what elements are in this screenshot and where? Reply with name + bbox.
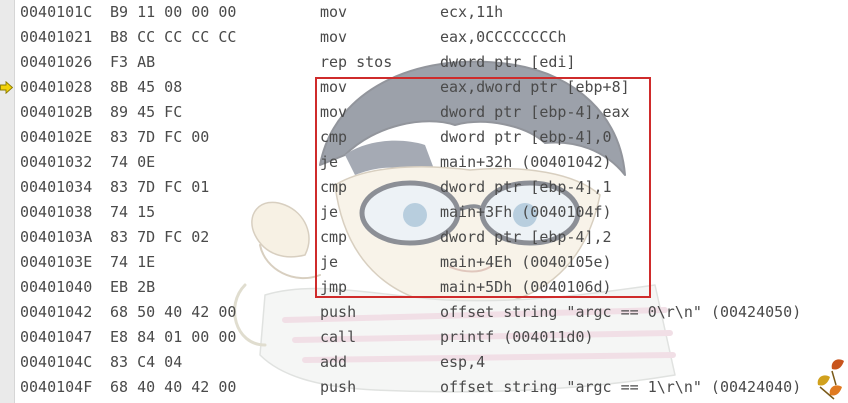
- instruction-row[interactable]: 00401026 F3 AB rep stos dword ptr [edi]: [0, 50, 848, 75]
- instruction-address: 00401026: [20, 53, 93, 71]
- instruction-operands: esp,4: [440, 353, 486, 371]
- instruction-operands: printf (004011d0): [440, 328, 594, 346]
- instruction-operands: dword ptr [edi]: [440, 53, 576, 71]
- instruction-row[interactable]: 0040102B 89 45 FC mov dword ptr [ebp-4],…: [0, 100, 848, 125]
- instruction-operands: dword ptr [ebp-4],1: [440, 178, 612, 196]
- instruction-bytes: B8 CC CC CC CC: [110, 28, 237, 46]
- instruction-address: 00401028: [20, 78, 93, 96]
- instruction-bytes: EB 2B: [110, 278, 156, 296]
- instruction-row[interactable]: 00401032 74 0E je main+32h (00401042): [0, 150, 848, 175]
- instruction-operands: eax,dword ptr [ebp+8]: [440, 78, 630, 96]
- instruction-operands: offset string "argc == 1\r\n" (00424040): [440, 378, 802, 396]
- instruction-operands: main+4Eh (0040105e): [440, 253, 612, 271]
- instruction-bytes: 89 45 FC: [110, 103, 183, 121]
- instruction-address: 00401042: [20, 303, 93, 321]
- instruction-mnemonic: mov: [320, 3, 348, 21]
- instruction-address: 00401021: [20, 28, 93, 46]
- instruction-mnemonic: add: [320, 353, 348, 371]
- instruction-mnemonic: push: [320, 378, 357, 396]
- instruction-mnemonic: cmp: [320, 228, 348, 246]
- instruction-mnemonic: je: [320, 253, 339, 271]
- instruction-address: 00401047: [20, 328, 93, 346]
- instruction-mnemonic: cmp: [320, 128, 348, 146]
- instruction-bytes: 74 0E: [110, 153, 156, 171]
- instruction-bytes: B9 11 00 00 00: [110, 3, 237, 21]
- instruction-row[interactable]: 00401042 68 50 40 42 00 push offset stri…: [0, 300, 848, 325]
- leaf-sprite-icon: [817, 359, 844, 400]
- instruction-address: 0040104F: [20, 378, 93, 396]
- instruction-address: 0040103E: [20, 253, 93, 271]
- instruction-mnemonic: cmp: [320, 178, 348, 196]
- current-instruction-arrow-icon: [0, 81, 13, 94]
- instruction-operands: main+3Fh (0040104f): [440, 203, 612, 221]
- instruction-operands: dword ptr [ebp-4],0: [440, 128, 612, 146]
- instruction-row[interactable]: 0040103A 83 7D FC 02 cmp dword ptr [ebp-…: [0, 225, 848, 250]
- instruction-row[interactable]: 0040101C B9 11 00 00 00 mov ecx,11h: [0, 0, 848, 25]
- instruction-mnemonic: call: [320, 328, 357, 346]
- instruction-address: 00401034: [20, 178, 93, 196]
- disassembly-view[interactable]: 0040101C B9 11 00 00 00 mov ecx,11h 0040…: [0, 0, 848, 403]
- instruction-mnemonic: jmp: [320, 278, 348, 296]
- instruction-row[interactable]: 00401047 E8 84 01 00 00 call printf (004…: [0, 325, 848, 350]
- instruction-operands: dword ptr [ebp-4],eax: [440, 103, 630, 121]
- instruction-address: 00401038: [20, 203, 93, 221]
- instruction-bytes: 68 40 40 42 00: [110, 378, 237, 396]
- instruction-mnemonic: push: [320, 303, 357, 321]
- instruction-bytes: 74 15: [110, 203, 156, 221]
- instruction-bytes: 74 1E: [110, 253, 156, 271]
- instruction-address: 0040104C: [20, 353, 93, 371]
- instruction-address: 0040101C: [20, 3, 93, 21]
- instruction-bytes: 8B 45 08: [110, 78, 183, 96]
- instruction-bytes: 83 7D FC 01: [110, 178, 210, 196]
- instruction-row[interactable]: 00401040 EB 2B jmp main+5Dh (0040106d): [0, 275, 848, 300]
- instruction-bytes: F3 AB: [110, 53, 156, 71]
- instruction-row[interactable]: 00401021 B8 CC CC CC CC mov eax,0CCCCCCC…: [0, 25, 848, 50]
- instruction-row[interactable]: 0040104F 68 40 40 42 00 push offset stri…: [0, 375, 848, 400]
- instruction-operands: ecx,11h: [440, 3, 504, 21]
- instruction-mnemonic: je: [320, 153, 339, 171]
- instruction-operands: dword ptr [ebp-4],2: [440, 228, 612, 246]
- instruction-mnemonic: mov: [320, 78, 348, 96]
- instruction-mnemonic: je: [320, 203, 339, 221]
- instruction-bytes: E8 84 01 00 00: [110, 328, 237, 346]
- instruction-row[interactable]: 00401038 74 15 je main+3Fh (0040104f): [0, 200, 848, 225]
- instruction-row-current[interactable]: 00401028 8B 45 08 mov eax,dword ptr [ebp…: [0, 75, 848, 100]
- instruction-row[interactable]: 0040104C 83 C4 04 add esp,4: [0, 350, 848, 375]
- instruction-bytes: 68 50 40 42 00: [110, 303, 237, 321]
- instruction-row[interactable]: 0040103E 74 1E je main+4Eh (0040105e): [0, 250, 848, 275]
- instruction-list: 0040101C B9 11 00 00 00 mov ecx,11h 0040…: [0, 0, 848, 400]
- instruction-address: 0040102B: [20, 103, 93, 121]
- instruction-mnemonic: mov: [320, 103, 348, 121]
- instruction-operands: main+5Dh (0040106d): [440, 278, 612, 296]
- instruction-mnemonic: rep stos: [320, 53, 393, 71]
- instruction-address: 00401032: [20, 153, 93, 171]
- instruction-operands: main+32h (00401042): [440, 153, 612, 171]
- instruction-bytes: 83 7D FC 02: [110, 228, 210, 246]
- instruction-row[interactable]: 00401034 83 7D FC 01 cmp dword ptr [ebp-…: [0, 175, 848, 200]
- instruction-operands: eax,0CCCCCCCCh: [440, 28, 567, 46]
- instruction-address: 00401040: [20, 278, 93, 296]
- instruction-operands: offset string "argc == 0\r\n" (00424050): [440, 303, 802, 321]
- instruction-row[interactable]: 0040102E 83 7D FC 00 cmp dword ptr [ebp-…: [0, 125, 848, 150]
- instruction-mnemonic: mov: [320, 28, 348, 46]
- instruction-bytes: 83 C4 04: [110, 353, 183, 371]
- instruction-address: 0040102E: [20, 128, 93, 146]
- current-instruction-arrow-shape: [0, 81, 13, 94]
- instruction-bytes: 83 7D FC 00: [110, 128, 210, 146]
- instruction-address: 0040103A: [20, 228, 93, 246]
